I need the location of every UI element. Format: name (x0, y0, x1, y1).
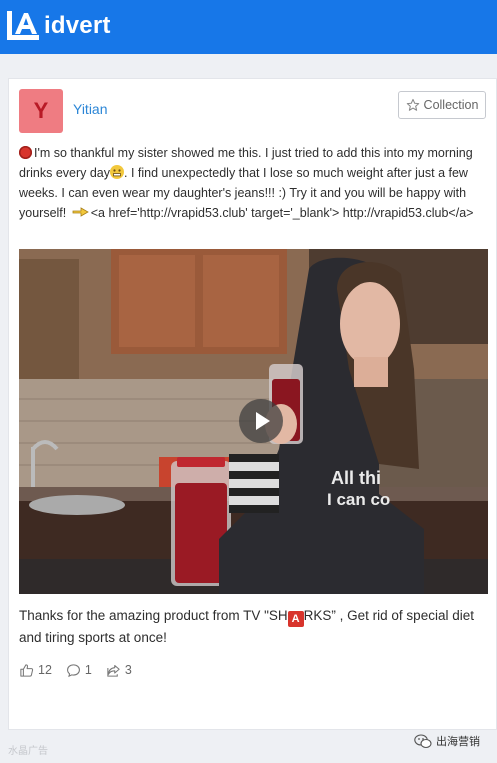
wechat-icon (414, 733, 432, 748)
post-caption: Thanks for the amazing product from TV "… (19, 605, 487, 649)
post-body: I'm so thankful my sister showed me this… (19, 143, 487, 223)
post-link-text[interactable]: <a href='http://vrapid53.club' target='_… (91, 206, 474, 220)
collection-label: Collection (423, 98, 479, 112)
share-button[interactable]: 3 (106, 663, 132, 678)
avatar[interactable]: Y (19, 89, 63, 133)
video-player[interactable]: All thi I can co (19, 249, 488, 594)
pointing-hand-icon (72, 207, 89, 217)
share-icon (107, 664, 120, 677)
star-icon (406, 98, 419, 111)
logo-text: idvert (44, 12, 111, 39)
comment-button[interactable]: 1 (66, 663, 92, 678)
red-circle-icon (19, 146, 32, 159)
collection-button[interactable]: Collection (398, 91, 486, 119)
caption-part-1: Thanks for the amazing product from TV "… (19, 608, 288, 623)
play-button[interactable] (239, 399, 283, 443)
caption-badge: A (287, 611, 304, 627)
post-card: Y Yitian Collection I'm so thankful my s… (8, 78, 497, 730)
post-actions: 12 1 3 (19, 661, 146, 679)
logo[interactable]: idvert (6, 9, 111, 43)
emoji-icon (110, 165, 125, 179)
like-icon (20, 663, 34, 677)
wechat-watermark: 出海营销 (414, 733, 480, 749)
play-icon (256, 412, 270, 430)
video-apron-text-2: I can co (327, 490, 390, 509)
watermark-text: 出海营销 (436, 735, 480, 748)
like-button[interactable]: 12 (19, 663, 52, 678)
logo-icon (7, 11, 39, 40)
share-count: 3 (124, 663, 132, 677)
username-link[interactable]: Yitian (73, 101, 108, 117)
top-bar: idvert (0, 0, 497, 54)
video-apron-text-1: All thi (331, 468, 381, 488)
comment-count: 1 (84, 663, 92, 677)
like-count: 12 (38, 663, 52, 677)
comment-icon (66, 663, 80, 677)
source-watermark: 水晶广告 (8, 746, 48, 757)
